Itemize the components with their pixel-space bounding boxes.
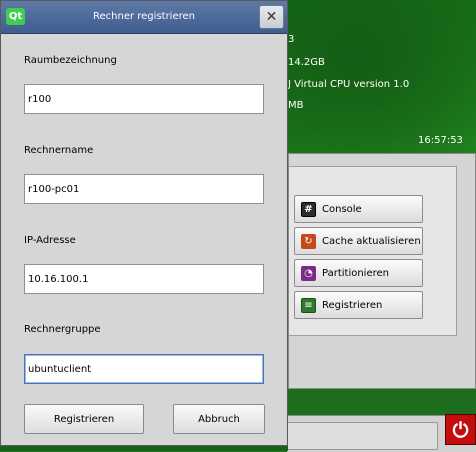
refresh-icon: ↻ xyxy=(301,233,316,249)
clock: 16:57:53 xyxy=(418,135,463,146)
cancel-button[interactable]: Abbruch xyxy=(173,404,265,434)
cache-update-button[interactable]: ↻ Cache aktualisieren xyxy=(294,227,423,255)
cache-update-button-label: Cache aktualisieren xyxy=(322,235,421,247)
ip-address-label: IP-Adresse xyxy=(24,235,76,246)
register-action-button-label: Registrieren xyxy=(322,299,383,311)
panel-gap xyxy=(288,389,476,415)
dialog-titlebar[interactable]: Qt Rechner registrieren ✕ xyxy=(1,1,287,34)
room-label: Raumbezeichnung xyxy=(24,55,117,66)
computer-name-label: Rechnername xyxy=(24,145,94,156)
computer-group-input[interactable] xyxy=(24,354,264,384)
ip-address-input[interactable] xyxy=(24,264,264,294)
register-icon: ≡ xyxy=(301,297,316,313)
console-icon: # xyxy=(301,201,316,217)
dialog-title: Rechner registrieren xyxy=(93,11,195,22)
action-panel: # Console ↻ Cache aktualisieren ◔ Partit… xyxy=(288,153,476,389)
system-info-line-1: 3 xyxy=(288,34,295,45)
computer-group-label: Rechnergruppe xyxy=(24,324,101,335)
room-input[interactable] xyxy=(24,84,264,114)
register-button[interactable]: Registrieren xyxy=(24,404,144,434)
partition-button-label: Partitionieren xyxy=(322,267,389,279)
system-info-line-4: MB xyxy=(288,100,304,111)
power-button[interactable]: ⏻ xyxy=(445,414,476,445)
console-button[interactable]: # Console xyxy=(294,195,423,223)
qt-logo-icon: Qt xyxy=(6,8,25,25)
power-icon: ⏻ xyxy=(452,417,469,442)
system-info-cpu: J Virtual CPU version 1.0 xyxy=(288,79,410,90)
register-action-button[interactable]: ≡ Registrieren xyxy=(294,291,423,319)
register-dialog: Qt Rechner registrieren ✕ Raumbezeichnun… xyxy=(0,0,288,446)
action-group: # Console ↻ Cache aktualisieren ◔ Partit… xyxy=(289,166,457,336)
close-button[interactable]: ✕ xyxy=(259,5,284,29)
status-strip xyxy=(0,446,288,451)
console-button-label: Console xyxy=(322,203,362,215)
partition-button[interactable]: ◔ Partitionieren xyxy=(294,259,423,287)
close-icon: ✕ xyxy=(265,9,278,25)
bottom-bar-field xyxy=(287,422,438,450)
computer-name-input[interactable] xyxy=(24,174,264,204)
partition-icon: ◔ xyxy=(301,265,316,281)
system-info-memory: 14.2GB xyxy=(288,57,325,68)
